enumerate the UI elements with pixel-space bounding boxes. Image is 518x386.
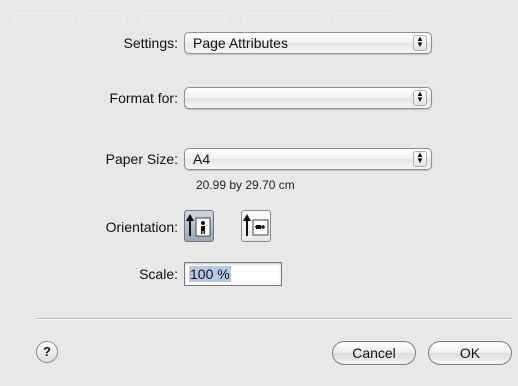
format-for-label: Format for: <box>109 90 178 106</box>
settings-popup-value: Page Attributes <box>193 35 288 51</box>
popup-arrows-icon: ▲ ▼ <box>413 151 427 167</box>
orientation-landscape-button[interactable] <box>241 210 271 242</box>
divider <box>36 318 512 320</box>
popup-arrows-icon: ▲ ▼ <box>413 35 427 51</box>
settings-popup[interactable]: Page Attributes ▲ ▼ <box>184 32 432 54</box>
paper-size-popup-value: A4 <box>193 151 211 167</box>
settings-label: Settings: <box>123 35 178 51</box>
cancel-button[interactable]: Cancel <box>332 341 416 365</box>
ok-button[interactable]: OK <box>428 341 512 365</box>
paper-size-popup[interactable]: A4 ▲ ▼ <box>184 148 432 170</box>
scale-value: 100 % <box>189 266 231 282</box>
orientation-label: Orientation: <box>105 219 178 235</box>
popup-arrows-icon: ▲ ▼ <box>413 90 427 106</box>
page-setup-sheet: Settings: Page Attributes ▲ ▼ Format for:… <box>0 0 518 386</box>
portrait-person-icon <box>186 214 211 237</box>
landscape-person-icon <box>243 214 269 236</box>
paper-size-label: Paper Size: <box>105 151 178 167</box>
help-button[interactable]: ? <box>36 341 58 363</box>
scale-label: Scale: <box>139 266 178 282</box>
orientation-portrait-button[interactable] <box>184 210 214 242</box>
scale-input[interactable]: 100 % <box>184 262 282 286</box>
format-for-popup[interactable]: ▲ ▼ <box>184 87 432 109</box>
paper-dimensions: 20.99 by 29.70 cm <box>196 178 295 192</box>
